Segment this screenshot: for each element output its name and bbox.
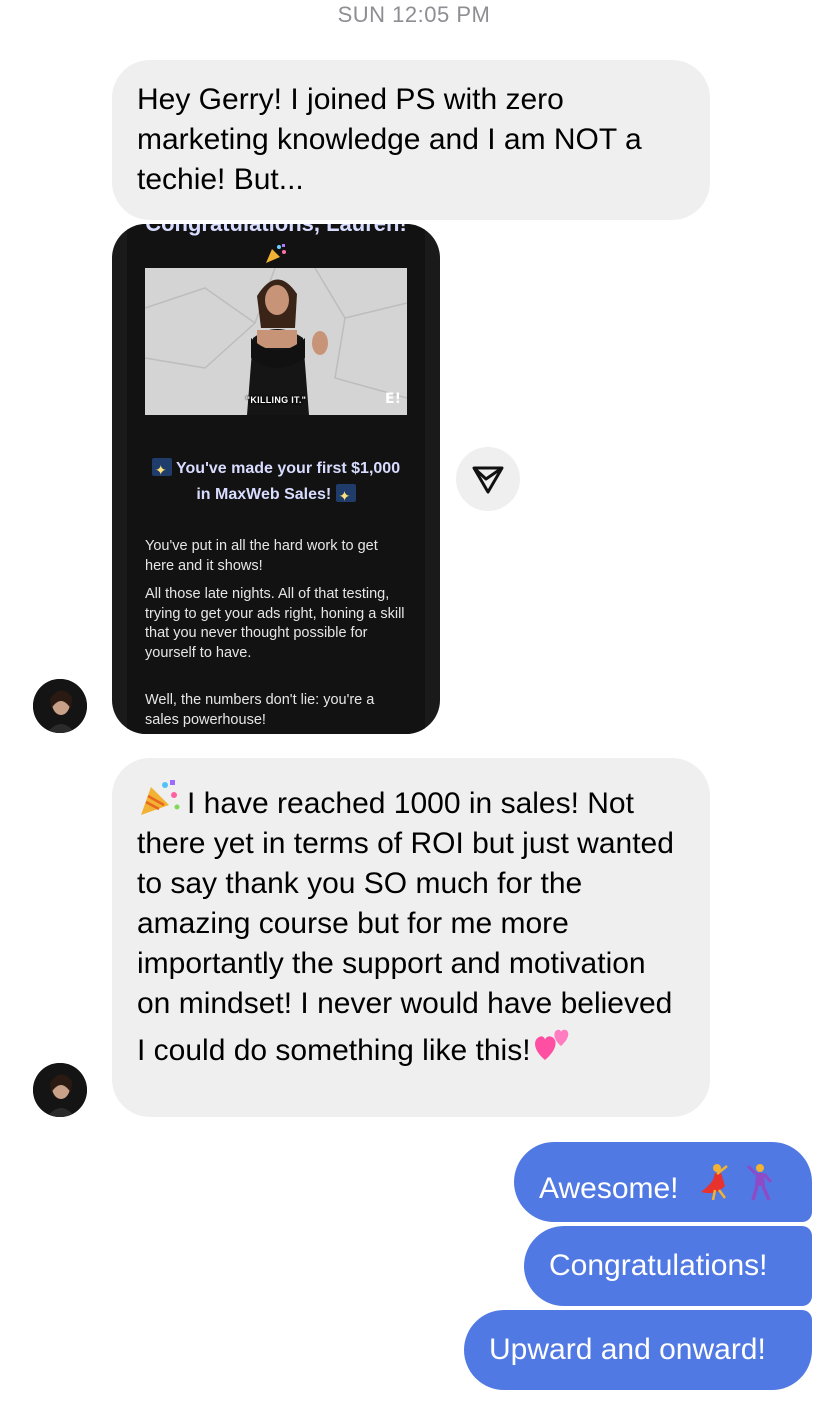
- screenshot-content: Congratulations, Lauren!: [127, 224, 425, 734]
- woman-dancing-icon: [700, 1164, 728, 1201]
- incoming-message-text: Hey Gerry! I joined PS with zero marketi…: [137, 83, 642, 196]
- sender-avatar[interactable]: [33, 679, 87, 733]
- avatar-photo: [33, 679, 87, 733]
- outgoing-message[interactable]: Awesome!: [514, 1142, 812, 1222]
- incoming-message-text: I have reached 1000 in sales! Not there …: [137, 787, 674, 1067]
- party-popper-icon: [141, 780, 180, 815]
- sparkles-icon: [335, 483, 356, 509]
- card-headline: You've made your first $1,000 in MaxWeb …: [137, 456, 415, 509]
- card-paragraph: Well, the numbers don't lie: you're a sa…: [145, 692, 375, 728]
- share-button[interactable]: [456, 447, 520, 511]
- network-logo: E!: [385, 391, 401, 407]
- two-hearts-icon: [534, 1029, 568, 1060]
- shared-screenshot-card[interactable]: Congratulations, Lauren!: [112, 224, 440, 734]
- outgoing-message[interactable]: Congratulations!: [524, 1226, 812, 1306]
- gif-caption: "KILLING IT.": [245, 395, 307, 405]
- incoming-message[interactable]: I have reached 1000 in sales! Not there …: [112, 758, 710, 1117]
- party-popper-icon: [266, 244, 286, 264]
- card-header: Congratulations, Lauren!: [127, 224, 425, 266]
- incoming-message[interactable]: Hey Gerry! I joined PS with zero marketi…: [112, 60, 710, 220]
- card-paragraph: You've put in all the hard work to get h…: [145, 538, 378, 574]
- man-dancing-icon: [747, 1164, 773, 1201]
- sender-avatar[interactable]: [33, 1063, 87, 1117]
- card-paragraph: All those late nights. All of that testi…: [145, 586, 405, 661]
- outgoing-message[interactable]: Upward and onward!: [464, 1310, 812, 1390]
- sparkles-icon: [151, 457, 172, 483]
- outgoing-message-text: Awesome!: [539, 1172, 679, 1205]
- avatar-photo: [33, 1063, 87, 1117]
- killing-it-gif: "KILLING IT." E!: [145, 268, 407, 415]
- outgoing-message-text: Congratulations!: [549, 1249, 768, 1282]
- outgoing-message-text: Upward and onward!: [489, 1333, 766, 1366]
- message-timestamp: SUN 12:05 PM: [337, 2, 491, 27]
- paper-plane-icon: [472, 466, 504, 494]
